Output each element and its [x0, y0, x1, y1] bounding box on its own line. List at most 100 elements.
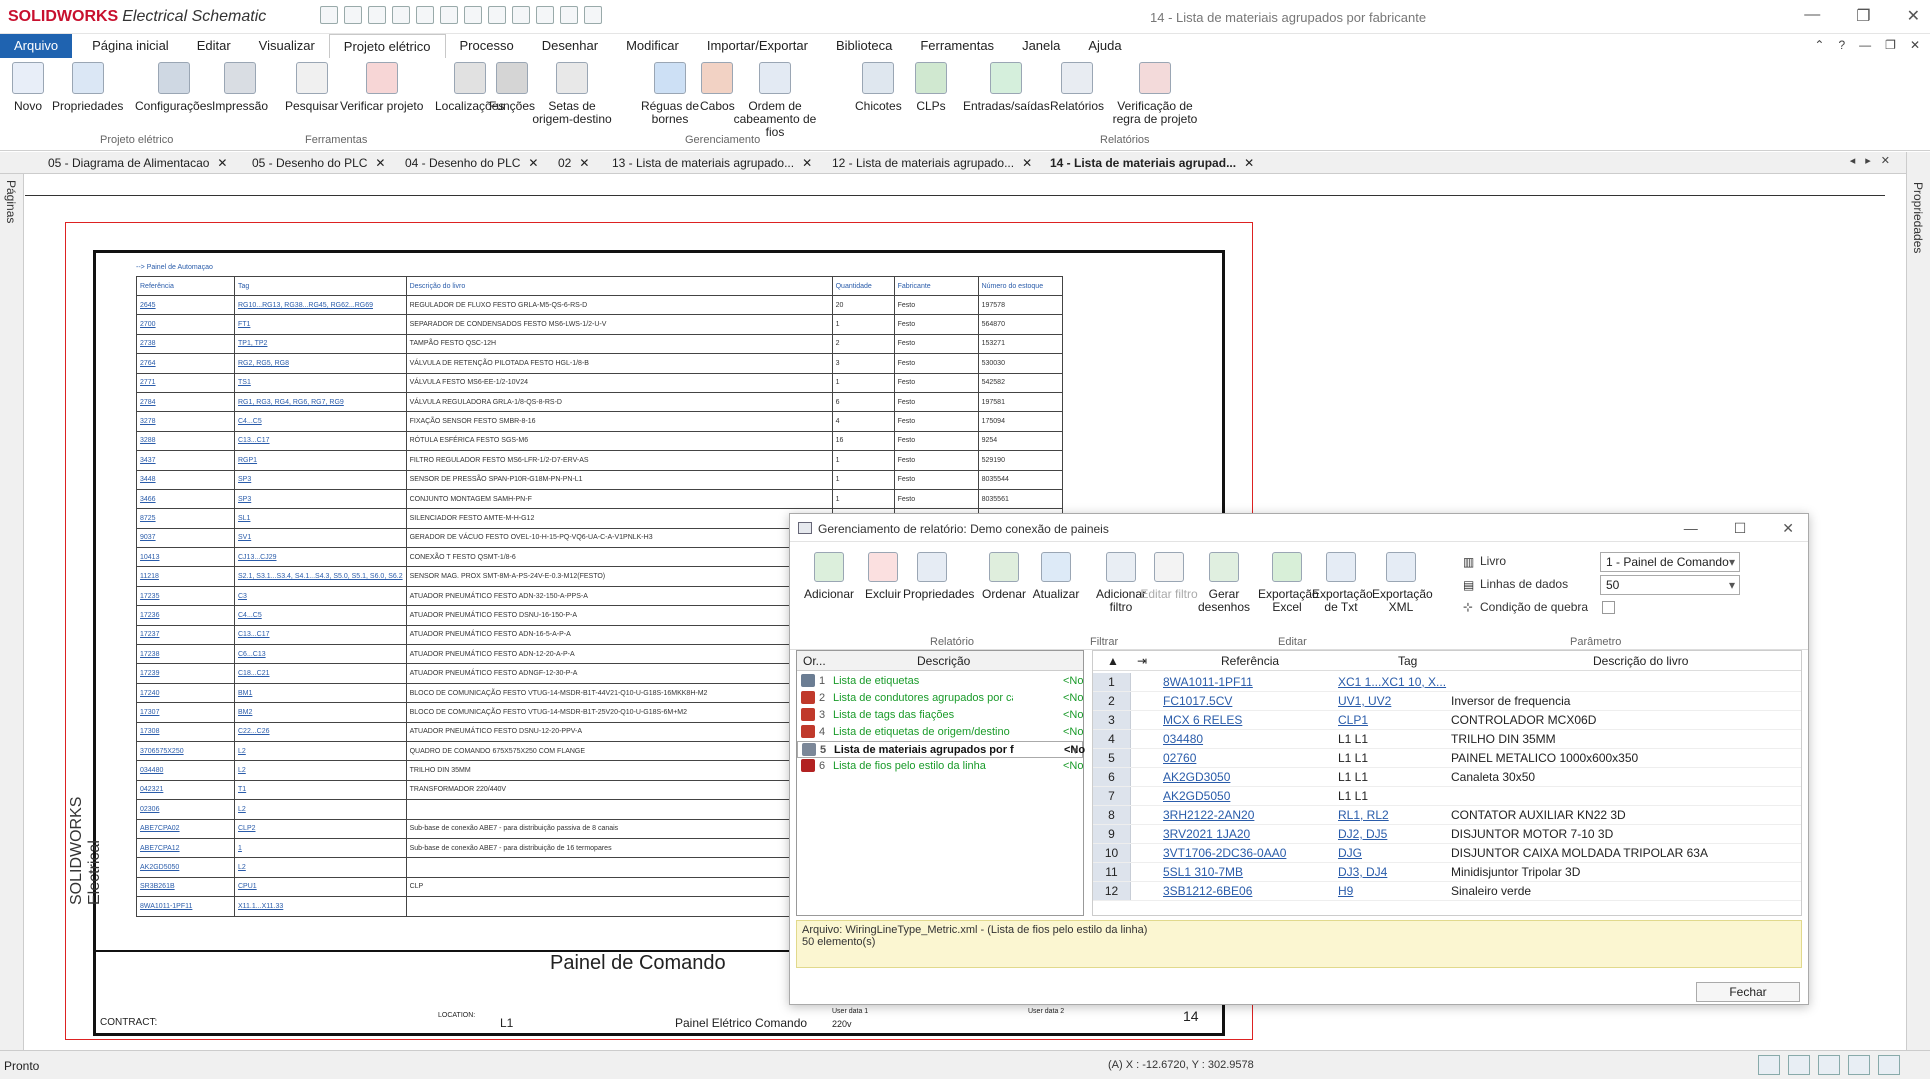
grid-row[interactable]: 3 MCX 6 RELES CLP1 CONTROLADOR MCX06D: [1093, 711, 1801, 730]
grid-reference-link[interactable]: 02760: [1163, 751, 1196, 765]
menu-process[interactable]: Processo: [446, 34, 528, 58]
ribbon-button-1[interactable]: Novo: [12, 62, 44, 113]
zoom-icon[interactable]: [512, 6, 530, 24]
grid-row[interactable]: 5 02760 L1 L1 PAINEL METALICO 1000x600x350: [1093, 749, 1801, 768]
bom-reference-cell[interactable]: 17308: [136, 721, 235, 742]
grid-row[interactable]: 12 3SB1212-6BE06 H9 Sinaleiro verde: [1093, 882, 1801, 901]
bom-tag-cell[interactable]: S2.1, S3.1...S3.4, S4.1...S4.3, S5.0, S5…: [234, 566, 407, 587]
close-icon[interactable]: ✕: [579, 156, 589, 170]
bom-reference-cell[interactable]: 2645: [136, 294, 235, 316]
grid-reference-link[interactable]: 034480: [1163, 732, 1203, 746]
grid-row[interactable]: 10 3VT1706-2DC36-0AA0 DJG DISJUNTOR CAIXA M…: [1093, 844, 1801, 863]
doc-restore-button[interactable]: ❐: [1885, 38, 1896, 52]
pages-side-panel[interactable]: Páginas: [0, 174, 24, 1058]
menu-electrical-project[interactable]: Projeto elétrico: [328, 34, 446, 58]
data-lines-select[interactable]: 50: [1600, 575, 1740, 595]
bom-tag-cell[interactable]: CPU1: [234, 876, 407, 898]
dialog-button-5[interactable]: Atualizar: [1027, 552, 1085, 601]
grid-reference-link[interactable]: MCX 6 RELES: [1163, 713, 1242, 727]
bom-reference-cell[interactable]: 3706575X250: [136, 740, 235, 762]
bom-tag-cell[interactable]: 1: [234, 837, 407, 859]
dialog-button-8[interactable]: Gerar desenhos: [1195, 552, 1253, 614]
dialog-title-bar[interactable]: Gerenciamento de relatório: Demo conexão…: [790, 514, 1808, 542]
report-list-item[interactable]: 6 Lista de fios pelo estilo da linha <No: [797, 758, 1084, 775]
ribbon-button-5[interactable]: Pesquisar: [285, 62, 338, 113]
tab-desenho-plc-05[interactable]: 05 - Desenho do PLC ✕: [232, 154, 385, 173]
bom-tag-cell[interactable]: C6...C13: [234, 644, 407, 665]
menu-view[interactable]: Visualizar: [245, 34, 329, 58]
snap-icon[interactable]: [1818, 1055, 1840, 1075]
grid-tag[interactable]: RL1, RL2: [1338, 808, 1389, 822]
dialog-button-10[interactable]: Exportação de Txt: [1312, 552, 1373, 614]
bom-tag-cell[interactable]: L2: [234, 760, 407, 781]
bom-reference-cell[interactable]: 17235: [136, 585, 235, 607]
undo-icon[interactable]: [392, 6, 410, 24]
report-list-item[interactable]: 1 Lista de etiquetas <No: [797, 673, 1084, 690]
bom-tag-cell[interactable]: BM1: [234, 682, 407, 704]
bom-tag-cell[interactable]: SV1: [234, 527, 407, 549]
tab-scroll-right-icon[interactable]: ▸: [1865, 154, 1871, 167]
bom-tag-cell[interactable]: RG1, RG3, RG4, RG6, RG7, RG9: [234, 391, 407, 413]
bom-reference-cell[interactable]: 8725: [136, 508, 235, 529]
grid-reference-link[interactable]: 3VT1706-2DC36-0AA0: [1163, 846, 1286, 860]
bom-reference-cell[interactable]: 042321: [136, 779, 235, 801]
bom-reference-cell[interactable]: 9037: [136, 527, 235, 549]
grid-reference-link[interactable]: 3RH2122-2AN20: [1163, 808, 1254, 822]
dialog-button-3[interactable]: Propriedades: [903, 552, 974, 601]
grid-row[interactable]: 11 5SL1 310-7MB DJ3, DJ4 Minidisjuntor Trip…: [1093, 863, 1801, 882]
tab-diagrama-alimentacao[interactable]: 05 - Diagrama de Alimentacao ✕: [28, 154, 227, 173]
properties-panel-tab[interactable]: Propriedades: [1911, 182, 1925, 253]
tab-lista-13[interactable]: 13 - Lista de materiais agrupado... ✕: [592, 154, 812, 173]
bom-tag-cell[interactable]: RG10...RG13, RG38...RG45, RG62...RG69: [234, 294, 407, 316]
bom-reference-cell[interactable]: 17239: [136, 663, 235, 684]
ribbon-button-6[interactable]: Verificar projeto: [340, 62, 423, 113]
bom-tag-cell[interactable]: CLP2: [234, 818, 407, 839]
bom-tag-cell[interactable]: T1: [234, 779, 407, 801]
description-column-header[interactable]: Descrição: [917, 654, 970, 668]
bom-tag-cell[interactable]: C4...C5: [234, 605, 407, 626]
sort-up-icon[interactable]: ▲: [1107, 654, 1119, 668]
bom-tag-cell[interactable]: L2: [234, 740, 407, 762]
bom-tag-cell[interactable]: RG2, RG5, RG8: [234, 353, 407, 374]
grid-row[interactable]: 6 AK2GD3050 L1 L1 Canaleta 30x50: [1093, 768, 1801, 787]
minimize-button[interactable]: —: [1804, 6, 1820, 26]
grid-row[interactable]: 8 3RH2122-2AN20 RL1, RL2 CONTATOR AUXILIAR …: [1093, 806, 1801, 825]
menu-tools[interactable]: Ferramentas: [906, 34, 1008, 58]
break-condition-checkbox[interactable]: [1602, 601, 1615, 614]
bom-tag-cell[interactable]: C18...C21: [234, 663, 407, 684]
grid-tag[interactable]: CLP1: [1338, 713, 1368, 727]
dialog-button-9[interactable]: Exportação Excel: [1258, 552, 1319, 614]
report-list-item[interactable]: 2 Lista de condutores agrupados por cabos…: [797, 690, 1084, 707]
bom-reference-cell[interactable]: 2700: [136, 314, 235, 335]
grid-reference-link[interactable]: 3RV2021 1JA20: [1163, 827, 1250, 841]
dialog-button-11[interactable]: Exportação XML: [1372, 552, 1433, 614]
bom-tag-cell[interactable]: C3: [234, 585, 407, 607]
grid-tag[interactable]: DJ3, DJ4: [1338, 865, 1387, 879]
doc-minimize-button[interactable]: —: [1859, 38, 1871, 52]
bom-reference-cell[interactable]: 2784: [136, 391, 235, 413]
grid-row[interactable]: 4 034480 L1 L1 TRILHO DIN 35MM: [1093, 730, 1801, 749]
grid-reference-link[interactable]: 5SL1 310-7MB: [1163, 865, 1243, 879]
bom-tag-cell[interactable]: BM2: [234, 702, 407, 723]
dialog-close-button[interactable]: ✕: [1782, 520, 1794, 537]
zoom-window-icon[interactable]: [1878, 1055, 1900, 1075]
ribbon-button-17[interactable]: Verificação de regra de projeto: [1110, 62, 1200, 126]
bom-tag-cell[interactable]: SP3: [234, 488, 407, 510]
select-icon[interactable]: [560, 6, 578, 24]
menu-draw[interactable]: Desenhar: [528, 34, 612, 58]
menu-modify[interactable]: Modificar: [612, 34, 693, 58]
tab-02[interactable]: 02 ✕: [538, 154, 589, 173]
restore-button[interactable]: ❐: [1856, 6, 1870, 26]
book-select[interactable]: 1 - Painel de Comando: [1600, 552, 1740, 572]
bom-reference-cell[interactable]: 11218: [136, 566, 235, 587]
grid-tag[interactable]: XC1 1...XC1 10, X...: [1338, 675, 1446, 689]
grid-icon[interactable]: [1758, 1055, 1780, 1075]
cut-icon[interactable]: [440, 6, 458, 24]
bom-tag-cell[interactable]: C13...C17: [234, 624, 407, 646]
bom-reference-cell[interactable]: 8WA1011-1PF11: [136, 896, 235, 917]
close-icon[interactable]: ✕: [528, 156, 538, 170]
bom-reference-cell[interactable]: 3437: [136, 450, 235, 471]
paste-icon[interactable]: [488, 6, 506, 24]
bom-reference-cell[interactable]: 3278: [136, 411, 235, 432]
menu-edit[interactable]: Editar: [183, 34, 245, 58]
